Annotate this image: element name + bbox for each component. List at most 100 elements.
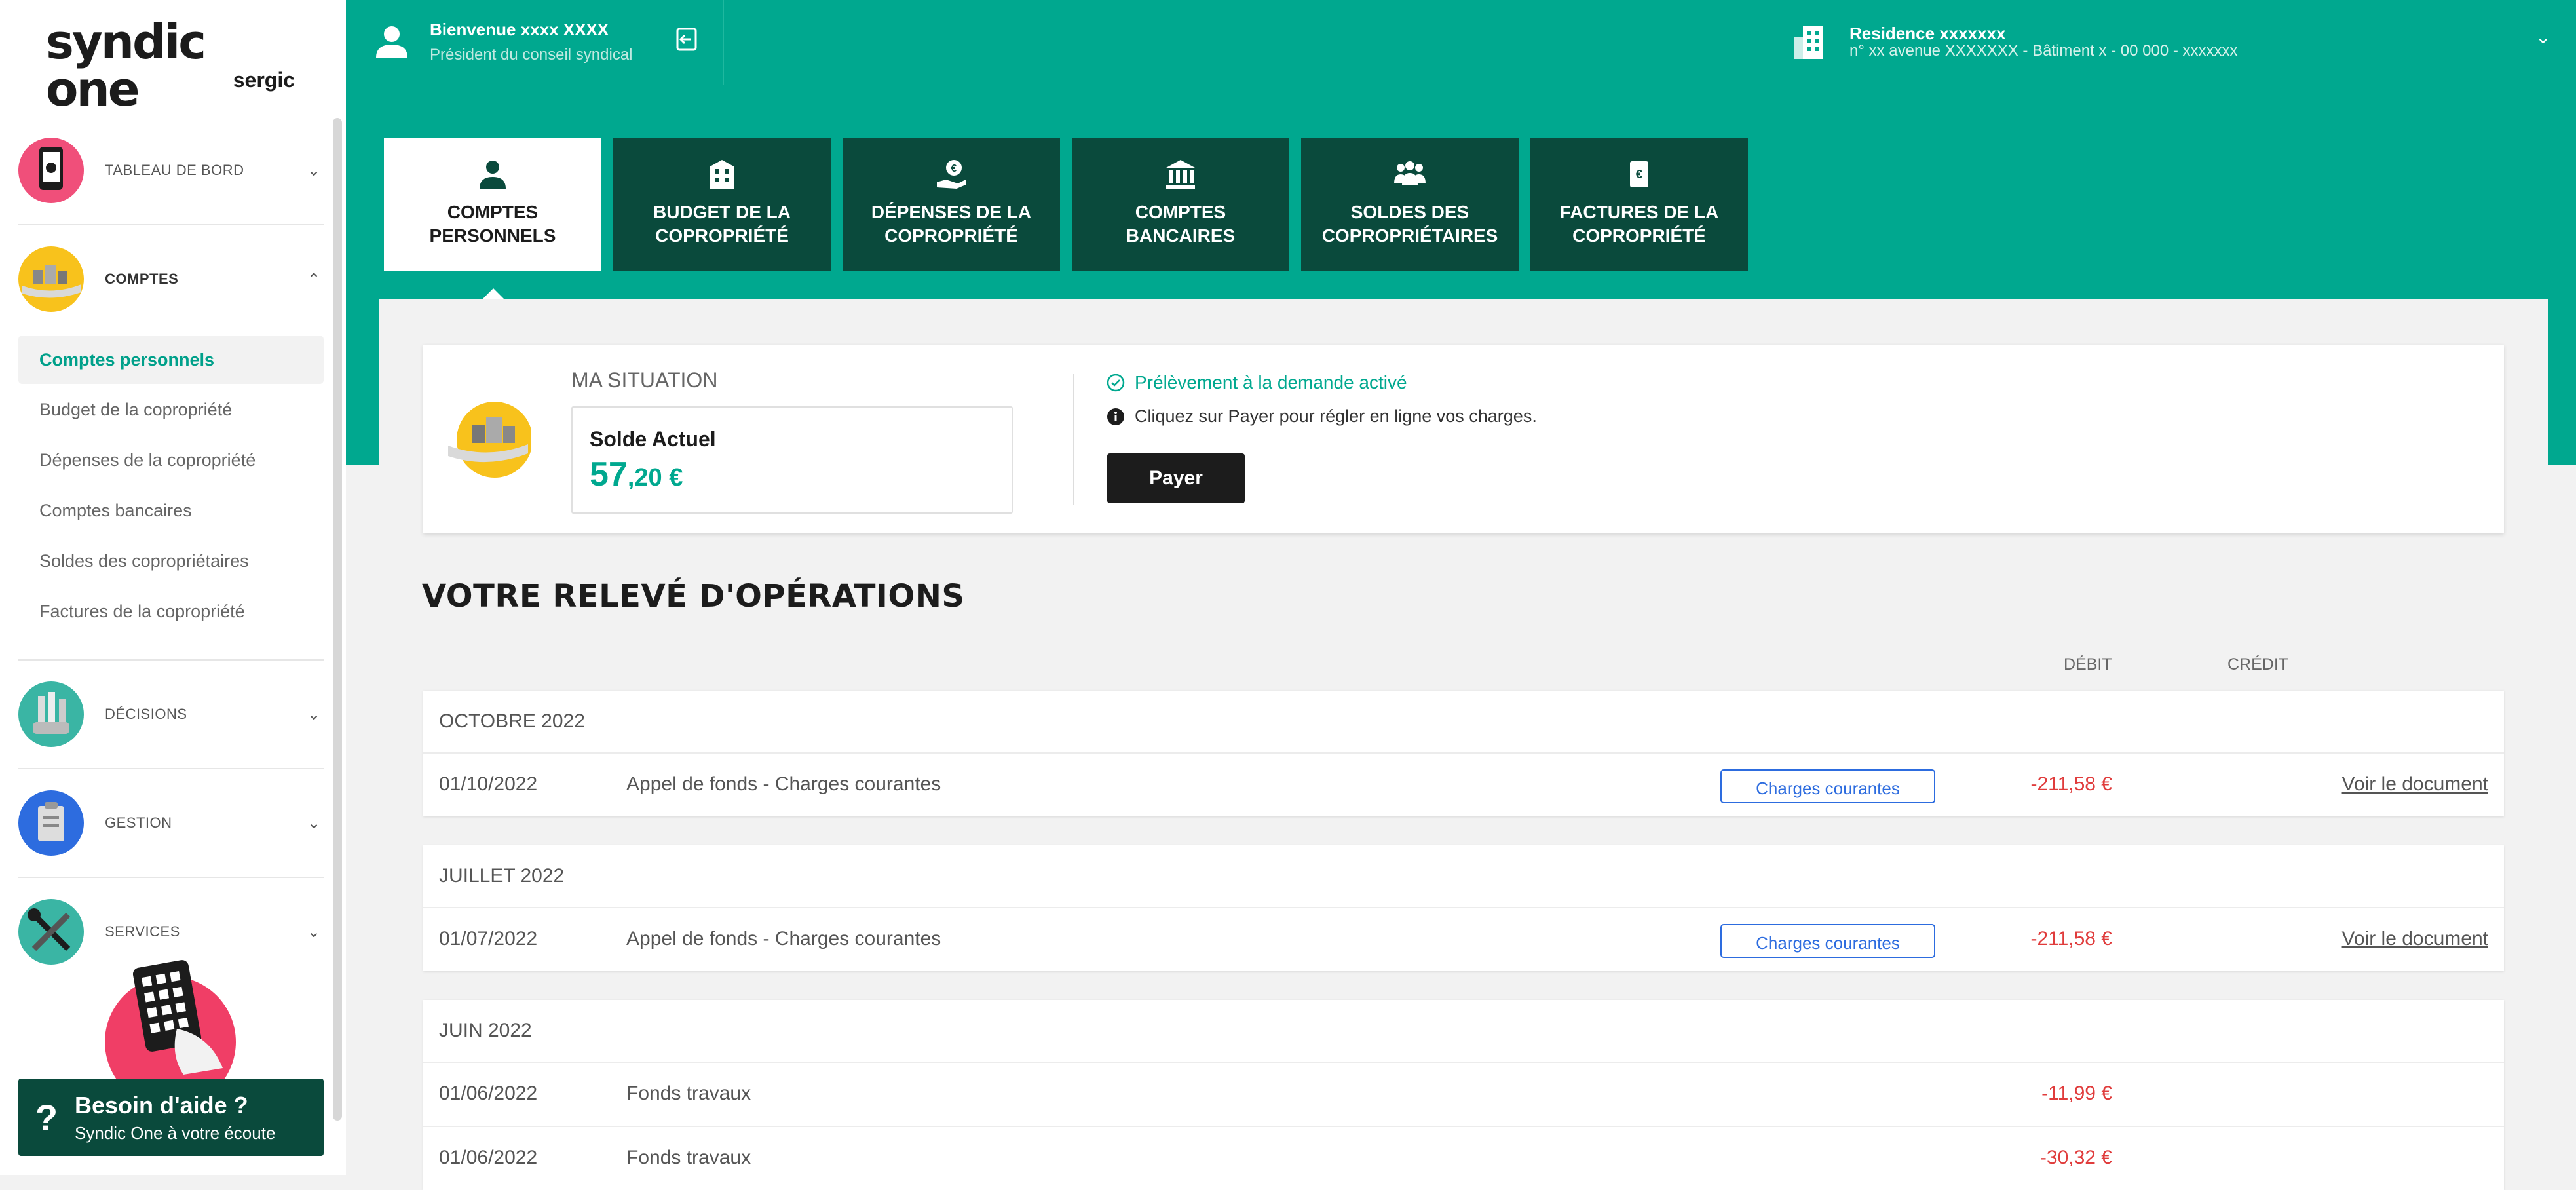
row-date: 01/10/2022 xyxy=(439,773,538,795)
column-header-credit: CRÉDIT xyxy=(2227,655,2289,674)
row-debit: -211,58 € xyxy=(2030,773,2112,795)
help-text: Besoin d'aide ? Syndic One à votre écout… xyxy=(75,1092,275,1143)
tab-label-line1: BUDGET DE LA xyxy=(653,202,791,222)
sidebar-section-label: GESTION xyxy=(105,815,172,831)
chevron-down-icon: ⌄ xyxy=(307,705,321,723)
hands-vote-illustration-icon xyxy=(18,681,84,747)
column-header-debit: DÉBIT xyxy=(2064,655,2112,674)
balance-decimal: ,20 € xyxy=(627,464,683,491)
situation-card: MA SITUATION Solde Actuel 57,20 € Prélèv… xyxy=(423,345,2504,533)
user-block: Bienvenue xxxx XXXX Président du conseil… xyxy=(346,0,724,85)
hand-buildings-illustration-icon xyxy=(448,402,531,478)
sidebar: syndic one sergic TABLEAU DE BORD ⌄ COMP… xyxy=(0,0,346,1175)
vertical-divider xyxy=(1073,374,1074,505)
tab-label-line2: COPROPRIÉTAIRES xyxy=(1321,225,1498,246)
sidebar-divider xyxy=(18,659,324,661)
tab-factures[interactable]: € FACTURES DE LA COPROPRIÉTÉ xyxy=(1530,138,1748,271)
tab-label-line2: BANCAIRES xyxy=(1126,225,1236,246)
person-icon xyxy=(480,161,506,189)
row-date: 01/07/2022 xyxy=(439,928,538,950)
row-debit: -30,32 € xyxy=(2039,1147,2112,1168)
sidebar-divider xyxy=(18,877,324,878)
pay-info-text: Cliquez sur Payer pour régler en ligne v… xyxy=(1135,406,1537,426)
row-debit: -11,99 € xyxy=(2041,1083,2112,1104)
sidebar-section-gestion[interactable]: GESTION ⌄ xyxy=(18,790,324,856)
table-row: 01/07/2022 Appel de fonds - Charges cour… xyxy=(423,908,2504,971)
sidebar-item-comptes-bancaires[interactable]: Comptes bancaires xyxy=(39,501,192,521)
check-circle-icon xyxy=(1107,374,1125,392)
situation-title: MA SITUATION xyxy=(571,368,718,392)
user-icon xyxy=(376,26,407,58)
tab-label-line2: COPROPRIÉTÉ xyxy=(655,225,789,246)
tab-budget[interactable]: BUDGET DE LA COPROPRIÉTÉ xyxy=(613,138,831,271)
tab-label-line1: FACTURES DE LA xyxy=(1559,202,1719,222)
sidebar-item-budget[interactable]: Budget de la copropriété xyxy=(39,400,232,420)
tab-label-line2: PERSONNELS xyxy=(429,225,556,246)
sidebar-section-comptes[interactable]: COMPTES ⌃ xyxy=(18,246,324,312)
sidebar-item-comptes-personnels[interactable]: Comptes personnels xyxy=(18,336,324,384)
row-label: Fonds travaux xyxy=(626,1083,751,1104)
balance-label: Solde Actuel xyxy=(590,427,716,451)
phone-hand-illustration-icon xyxy=(105,960,236,1081)
tab-depenses[interactable]: € DÉPENSES DE LA COPROPRIÉTÉ xyxy=(843,138,1060,271)
tab-soldes[interactable]: SOLDES DES COPROPRIÉTAIRES xyxy=(1301,138,1519,271)
logo[interactable]: syndic one sergic xyxy=(46,18,301,113)
sidebar-section-label: DÉCISIONS xyxy=(105,706,187,722)
chevron-down-icon: ⌄ xyxy=(307,814,321,832)
info-icon xyxy=(1107,408,1124,425)
month-header: OCTOBRE 2022 xyxy=(423,691,2504,754)
tab-label-line2: COPROPRIÉTÉ xyxy=(1572,225,1706,246)
sidebar-item-factures[interactable]: Factures de la copropriété xyxy=(39,602,245,622)
statement-month-group: JUIN 2022 01/06/2022 Fonds travaux -11,9… xyxy=(423,1000,2504,1190)
direct-debit-status: Prélèvement à la demande activé xyxy=(1107,372,1407,393)
svg-text:€: € xyxy=(951,163,957,174)
charges-courantes-tag[interactable]: Charges courantes xyxy=(1720,924,1935,958)
statement-title: VOTRE RELEVÉ D'OPÉRATIONS xyxy=(422,578,965,615)
help-title: Besoin d'aide ? xyxy=(75,1091,248,1119)
help-button[interactable]: ? Besoin d'aide ? Syndic One à votre éco… xyxy=(18,1079,324,1156)
clipboard-illustration-icon xyxy=(18,790,84,856)
table-row: 01/10/2022 Appel de fonds - Charges cour… xyxy=(423,754,2504,816)
row-debit: -211,58 € xyxy=(2030,928,2112,950)
hand-buildings-illustration-icon xyxy=(18,246,84,312)
invoice-icon: € xyxy=(1630,161,1648,187)
welcome-text: Bienvenue xxxx XXXX xyxy=(430,20,609,39)
sidebar-item-soldes[interactable]: Soldes des copropriétaires xyxy=(39,551,249,571)
view-document-link[interactable]: Voir le document xyxy=(2342,773,2488,796)
charges-courantes-tag[interactable]: Charges courantes xyxy=(1720,769,1935,803)
logout-icon[interactable] xyxy=(672,25,701,54)
row-label: Fonds travaux xyxy=(626,1147,751,1168)
sidebar-item-depenses[interactable]: Dépenses de la copropriété xyxy=(39,450,256,470)
sidebar-section-tableau-de-bord[interactable]: TABLEAU DE BORD ⌄ xyxy=(18,138,324,203)
sidebar-scrollbar[interactable] xyxy=(333,118,342,1121)
residence-name: Residence xxxxxxx xyxy=(1849,24,2006,43)
logo-main: syndic one xyxy=(46,14,206,117)
statement-month-group: JUILLET 2022 01/07/2022 Appel de fonds -… xyxy=(423,845,2504,971)
top-bar: Bienvenue xxxx XXXX Président du conseil… xyxy=(346,0,2576,85)
sidebar-section-label: TABLEAU DE BORD xyxy=(105,162,244,178)
svg-text:€: € xyxy=(1636,168,1642,181)
app-root: syndic one sergic TABLEAU DE BORD ⌄ COMP… xyxy=(0,0,2576,1190)
tab-label-line1: SOLDES DES xyxy=(1350,202,1469,222)
tab-comptes-personnels[interactable]: COMPTES PERSONNELS xyxy=(384,138,601,271)
residence-address: n° xx avenue XXXXXXX - Bâtiment x - 00 0… xyxy=(1849,42,2238,60)
pay-button[interactable]: Payer xyxy=(1107,453,1245,503)
row-date: 01/06/2022 xyxy=(439,1147,538,1168)
logo-sub: sergic xyxy=(233,68,295,92)
view-document-link[interactable]: Voir le document xyxy=(2342,928,2488,950)
pay-info: Cliquez sur Payer pour régler en ligne v… xyxy=(1107,406,1537,427)
sidebar-divider xyxy=(18,224,324,225)
table-row: 01/06/2022 Fonds travaux -30,32 € xyxy=(423,1127,2504,1190)
building-icon xyxy=(710,160,734,189)
tab-label-line1: COMPTES xyxy=(447,202,539,222)
tab-label-line2: COPROPRIÉTÉ xyxy=(884,225,1018,246)
sidebar-section-decisions[interactable]: DÉCISIONS ⌄ xyxy=(18,681,324,747)
sidebar-divider xyxy=(18,768,324,769)
tab-label-line1: DÉPENSES DE LA xyxy=(871,202,1032,222)
residence-chevron-down-icon[interactable]: ⌄ xyxy=(2535,26,2550,48)
building-icon xyxy=(1794,26,1823,59)
chevron-down-icon: ⌄ xyxy=(307,923,321,941)
tab-comptes-bancaires[interactable]: COMPTES BANCAIRES xyxy=(1072,138,1289,271)
chevron-up-icon: ⌃ xyxy=(307,270,321,288)
statement-month-group: OCTOBRE 2022 01/10/2022 Appel de fonds -… xyxy=(423,691,2504,816)
